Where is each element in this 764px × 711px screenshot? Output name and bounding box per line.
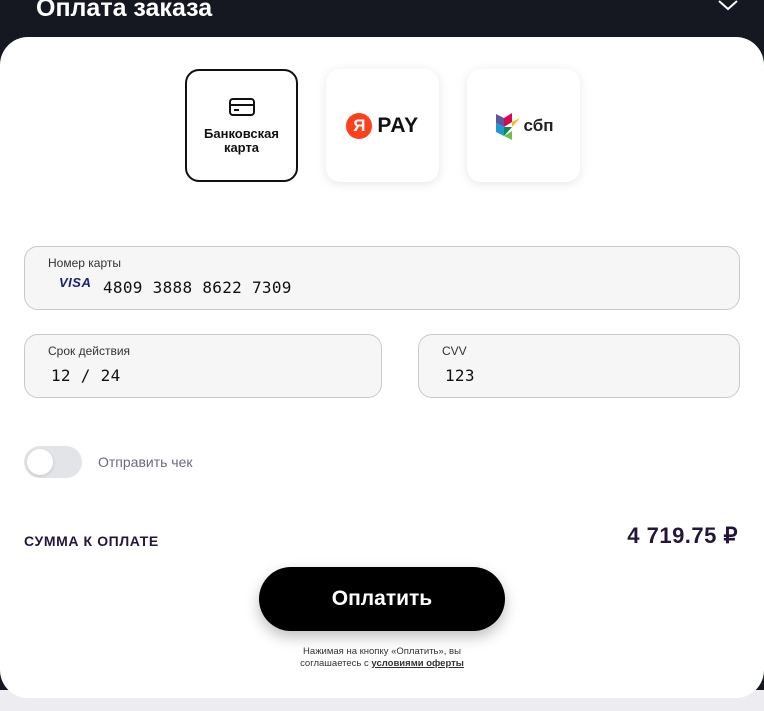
send-receipt-toggle[interactable] xyxy=(24,446,82,478)
cvv-input[interactable]: 123 xyxy=(445,366,475,385)
yandex-pay-logo: Я PAY xyxy=(346,112,419,139)
method-bank-card-label: Банковская карта xyxy=(204,125,279,155)
expiry-input[interactable]: 12 / 24 xyxy=(51,366,121,385)
yandex-pay-label: PAY xyxy=(377,113,419,137)
pay-button[interactable]: Оплатить xyxy=(259,567,505,631)
toggle-knob xyxy=(27,449,53,475)
chevron-down-icon[interactable] xyxy=(716,0,740,13)
card-icon xyxy=(228,97,255,116)
sum-label: СУММА К ОПЛАТЕ xyxy=(24,533,159,549)
method-sbp[interactable]: сбп xyxy=(467,69,580,182)
expiry-field[interactable]: Срок действия 12 / 24 xyxy=(24,334,382,398)
offer-disclaimer: Нажимая на кнопку «Оплатить», вы соглаша… xyxy=(200,646,564,670)
visa-logo: VISA xyxy=(59,275,92,290)
offer-terms-link[interactable]: условиями оферты xyxy=(371,658,464,669)
card-number-label: Номер карты xyxy=(48,256,121,270)
disclaimer-prefix: соглашаетесь с xyxy=(300,658,372,669)
sbp-label: сбп xyxy=(523,115,554,135)
card-number-field[interactable]: Номер карты VISA 4809 3888 8622 7309 xyxy=(24,246,740,310)
disclaimer-line-2: соглашаетесь с условиями оферты xyxy=(200,658,564,670)
sbp-icon xyxy=(495,112,520,140)
sbp-logo: сбп xyxy=(494,110,554,142)
card-number-input[interactable]: 4809 3888 8622 7309 xyxy=(103,278,292,297)
cvv-field[interactable]: CVV 123 xyxy=(418,334,740,398)
method-bank-card[interactable]: Банковская карта xyxy=(185,69,298,182)
expiry-label: Срок действия xyxy=(48,344,131,358)
page-title: Оплата заказа xyxy=(36,0,213,22)
cvv-label: CVV xyxy=(442,344,467,358)
disclaimer-line-1: Нажимая на кнопку «Оплатить», вы xyxy=(303,646,461,657)
sum-amount: 4 719.75 ₽ xyxy=(627,523,738,548)
yandex-logo-icon: Я xyxy=(346,112,373,139)
method-yandex-pay[interactable]: Я PAY xyxy=(326,69,439,182)
payment-card: Банковская карта Я PAY сбп Номер карты V… xyxy=(0,37,764,698)
send-receipt-label: Отправить чек xyxy=(98,454,193,470)
